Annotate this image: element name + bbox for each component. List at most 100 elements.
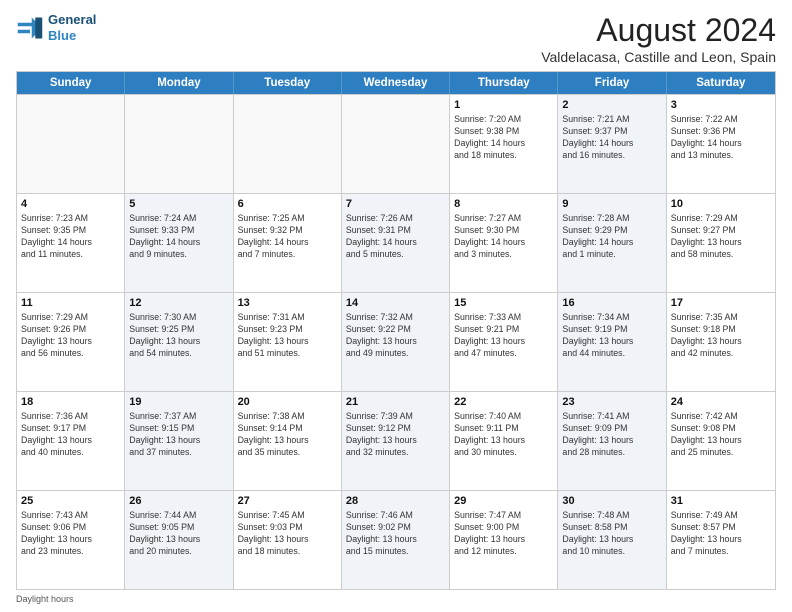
page: General Blue August 2024 Valdelacasa, Ca… <box>0 0 792 612</box>
calendar-cell: 6Sunrise: 7:25 AM Sunset: 9:32 PM Daylig… <box>234 194 342 292</box>
calendar-cell <box>234 95 342 193</box>
day-info: Sunrise: 7:21 AM Sunset: 9:37 PM Dayligh… <box>562 114 661 162</box>
title-area: August 2024 Valdelacasa, Castille and Le… <box>541 12 776 65</box>
day-info: Sunrise: 7:37 AM Sunset: 9:15 PM Dayligh… <box>129 411 228 459</box>
calendar-cell: 20Sunrise: 7:38 AM Sunset: 9:14 PM Dayli… <box>234 392 342 490</box>
calendar-cell <box>342 95 450 193</box>
calendar-cell: 10Sunrise: 7:29 AM Sunset: 9:27 PM Dayli… <box>667 194 775 292</box>
day-info: Sunrise: 7:26 AM Sunset: 9:31 PM Dayligh… <box>346 213 445 261</box>
day-info: Sunrise: 7:42 AM Sunset: 9:08 PM Dayligh… <box>671 411 771 459</box>
calendar-cell: 3Sunrise: 7:22 AM Sunset: 9:36 PM Daylig… <box>667 95 775 193</box>
calendar-cell: 30Sunrise: 7:48 AM Sunset: 8:58 PM Dayli… <box>558 491 666 589</box>
calendar-row: 25Sunrise: 7:43 AM Sunset: 9:06 PM Dayli… <box>17 490 775 589</box>
day-info: Sunrise: 7:25 AM Sunset: 9:32 PM Dayligh… <box>238 213 337 261</box>
calendar-cell: 19Sunrise: 7:37 AM Sunset: 9:15 PM Dayli… <box>125 392 233 490</box>
calendar-cell: 8Sunrise: 7:27 AM Sunset: 9:30 PM Daylig… <box>450 194 558 292</box>
calendar-row: 4Sunrise: 7:23 AM Sunset: 9:35 PM Daylig… <box>17 193 775 292</box>
calendar-cell: 18Sunrise: 7:36 AM Sunset: 9:17 PM Dayli… <box>17 392 125 490</box>
calendar-row: 11Sunrise: 7:29 AM Sunset: 9:26 PM Dayli… <box>17 292 775 391</box>
calendar-row: 1Sunrise: 7:20 AM Sunset: 9:38 PM Daylig… <box>17 94 775 193</box>
calendar-cell: 25Sunrise: 7:43 AM Sunset: 9:06 PM Dayli… <box>17 491 125 589</box>
day-number: 28 <box>346 494 445 509</box>
calendar-cell: 26Sunrise: 7:44 AM Sunset: 9:05 PM Dayli… <box>125 491 233 589</box>
day-info: Sunrise: 7:46 AM Sunset: 9:02 PM Dayligh… <box>346 510 445 558</box>
day-number: 12 <box>129 296 228 311</box>
day-number: 17 <box>671 296 771 311</box>
calendar-header-cell: Tuesday <box>234 72 342 94</box>
calendar-cell: 1Sunrise: 7:20 AM Sunset: 9:38 PM Daylig… <box>450 95 558 193</box>
day-number: 2 <box>562 98 661 113</box>
day-number: 13 <box>238 296 337 311</box>
calendar-cell: 27Sunrise: 7:45 AM Sunset: 9:03 PM Dayli… <box>234 491 342 589</box>
day-number: 25 <box>21 494 120 509</box>
header: General Blue August 2024 Valdelacasa, Ca… <box>16 12 776 65</box>
day-number: 26 <box>129 494 228 509</box>
day-info: Sunrise: 7:29 AM Sunset: 9:27 PM Dayligh… <box>671 213 771 261</box>
day-info: Sunrise: 7:45 AM Sunset: 9:03 PM Dayligh… <box>238 510 337 558</box>
calendar-cell: 29Sunrise: 7:47 AM Sunset: 9:00 PM Dayli… <box>450 491 558 589</box>
footer-text: Daylight hours <box>16 594 74 604</box>
day-number: 18 <box>21 395 120 410</box>
calendar-header-cell: Monday <box>125 72 233 94</box>
day-number: 3 <box>671 98 771 113</box>
day-info: Sunrise: 7:23 AM Sunset: 9:35 PM Dayligh… <box>21 213 120 261</box>
day-info: Sunrise: 7:47 AM Sunset: 9:00 PM Dayligh… <box>454 510 553 558</box>
day-number: 14 <box>346 296 445 311</box>
day-number: 8 <box>454 197 553 212</box>
day-info: Sunrise: 7:31 AM Sunset: 9:23 PM Dayligh… <box>238 312 337 360</box>
day-info: Sunrise: 7:33 AM Sunset: 9:21 PM Dayligh… <box>454 312 553 360</box>
day-info: Sunrise: 7:39 AM Sunset: 9:12 PM Dayligh… <box>346 411 445 459</box>
calendar: SundayMondayTuesdayWednesdayThursdayFrid… <box>16 71 776 590</box>
day-number: 23 <box>562 395 661 410</box>
day-info: Sunrise: 7:40 AM Sunset: 9:11 PM Dayligh… <box>454 411 553 459</box>
calendar-body: 1Sunrise: 7:20 AM Sunset: 9:38 PM Daylig… <box>17 94 775 589</box>
day-info: Sunrise: 7:29 AM Sunset: 9:26 PM Dayligh… <box>21 312 120 360</box>
calendar-cell <box>125 95 233 193</box>
calendar-cell: 16Sunrise: 7:34 AM Sunset: 9:19 PM Dayli… <box>558 293 666 391</box>
calendar-header-cell: Wednesday <box>342 72 450 94</box>
calendar-cell: 15Sunrise: 7:33 AM Sunset: 9:21 PM Dayli… <box>450 293 558 391</box>
calendar-header: SundayMondayTuesdayWednesdayThursdayFrid… <box>17 72 775 94</box>
day-info: Sunrise: 7:20 AM Sunset: 9:38 PM Dayligh… <box>454 114 553 162</box>
day-info: Sunrise: 7:49 AM Sunset: 8:57 PM Dayligh… <box>671 510 771 558</box>
calendar-cell: 31Sunrise: 7:49 AM Sunset: 8:57 PM Dayli… <box>667 491 775 589</box>
day-number: 30 <box>562 494 661 509</box>
day-info: Sunrise: 7:27 AM Sunset: 9:30 PM Dayligh… <box>454 213 553 261</box>
day-number: 16 <box>562 296 661 311</box>
day-info: Sunrise: 7:36 AM Sunset: 9:17 PM Dayligh… <box>21 411 120 459</box>
day-info: Sunrise: 7:22 AM Sunset: 9:36 PM Dayligh… <box>671 114 771 162</box>
day-info: Sunrise: 7:41 AM Sunset: 9:09 PM Dayligh… <box>562 411 661 459</box>
day-number: 10 <box>671 197 771 212</box>
day-info: Sunrise: 7:35 AM Sunset: 9:18 PM Dayligh… <box>671 312 771 360</box>
calendar-header-cell: Saturday <box>667 72 775 94</box>
day-number: 9 <box>562 197 661 212</box>
day-number: 1 <box>454 98 553 113</box>
day-number: 19 <box>129 395 228 410</box>
day-number: 20 <box>238 395 337 410</box>
day-number: 11 <box>21 296 120 311</box>
month-title: August 2024 <box>541 12 776 49</box>
day-number: 4 <box>21 197 120 212</box>
day-info: Sunrise: 7:38 AM Sunset: 9:14 PM Dayligh… <box>238 411 337 459</box>
calendar-cell: 17Sunrise: 7:35 AM Sunset: 9:18 PM Dayli… <box>667 293 775 391</box>
calendar-cell: 28Sunrise: 7:46 AM Sunset: 9:02 PM Dayli… <box>342 491 450 589</box>
day-number: 31 <box>671 494 771 509</box>
calendar-cell: 14Sunrise: 7:32 AM Sunset: 9:22 PM Dayli… <box>342 293 450 391</box>
calendar-cell <box>17 95 125 193</box>
calendar-cell: 11Sunrise: 7:29 AM Sunset: 9:26 PM Dayli… <box>17 293 125 391</box>
calendar-header-cell: Sunday <box>17 72 125 94</box>
logo-icon <box>16 14 44 42</box>
calendar-cell: 13Sunrise: 7:31 AM Sunset: 9:23 PM Dayli… <box>234 293 342 391</box>
calendar-cell: 24Sunrise: 7:42 AM Sunset: 9:08 PM Dayli… <box>667 392 775 490</box>
day-info: Sunrise: 7:44 AM Sunset: 9:05 PM Dayligh… <box>129 510 228 558</box>
logo: General Blue <box>16 12 96 43</box>
day-number: 7 <box>346 197 445 212</box>
subtitle: Valdelacasa, Castille and Leon, Spain <box>541 49 776 65</box>
calendar-cell: 4Sunrise: 7:23 AM Sunset: 9:35 PM Daylig… <box>17 194 125 292</box>
logo-line2: Blue <box>48 28 96 44</box>
calendar-cell: 9Sunrise: 7:28 AM Sunset: 9:29 PM Daylig… <box>558 194 666 292</box>
day-number: 5 <box>129 197 228 212</box>
day-number: 24 <box>671 395 771 410</box>
day-info: Sunrise: 7:24 AM Sunset: 9:33 PM Dayligh… <box>129 213 228 261</box>
calendar-header-cell: Friday <box>558 72 666 94</box>
